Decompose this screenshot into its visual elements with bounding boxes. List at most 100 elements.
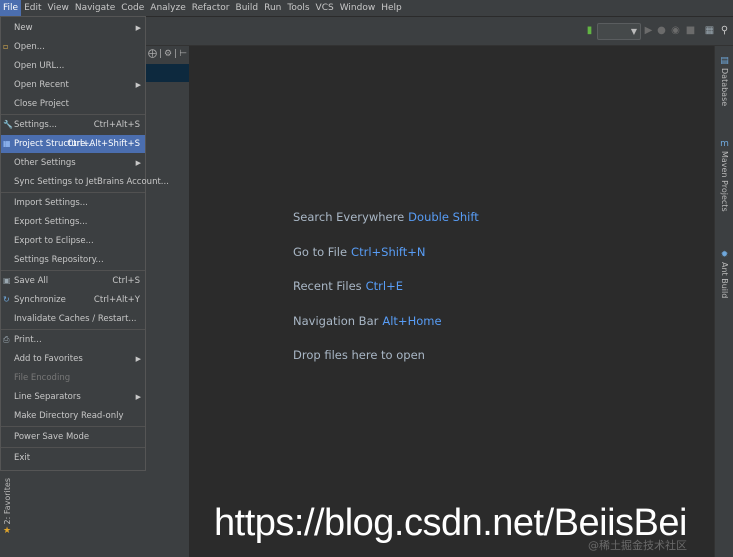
menu-item-sync-settings[interactable]: Sync Settings to JetBrains Account... bbox=[1, 173, 169, 191]
menu-item-power-save-mode[interactable]: Power Save Mode bbox=[1, 428, 145, 446]
menu-item-label: Import Settings... bbox=[14, 198, 88, 208]
menu-item-file-encoding: File Encoding bbox=[1, 369, 145, 387]
menu-window[interactable]: Window bbox=[337, 0, 379, 16]
project-tree-selection[interactable] bbox=[146, 64, 189, 82]
menu-item-label: Export to Eclipse... bbox=[14, 236, 94, 246]
menu-run[interactable]: Run bbox=[261, 0, 284, 16]
menu-item-label: Settings Repository... bbox=[14, 255, 104, 265]
menu-item-close-project[interactable]: Close Project bbox=[1, 95, 145, 113]
menu-bar: File Edit View Navigate Code Analyze Ref… bbox=[0, 0, 733, 17]
database-tab-label: Database bbox=[720, 68, 729, 107]
menu-item-open-url[interactable]: Open URL... bbox=[1, 57, 145, 75]
menu-item-save-all[interactable]: ▣ Save All Ctrl+S bbox=[1, 272, 145, 290]
wrench-icon: 🔧 bbox=[3, 120, 13, 129]
ant-build-tool-tab[interactable]: ✹ Ant Build bbox=[715, 250, 733, 298]
menu-item-shortcut: Ctrl+Alt+S bbox=[93, 120, 140, 130]
folder-icon: ▫ bbox=[3, 42, 9, 51]
search-icon[interactable]: ⚲ bbox=[719, 25, 730, 36]
menu-vcs[interactable]: VCS bbox=[313, 0, 337, 16]
build-hammer-icon[interactable]: ▮ bbox=[584, 25, 595, 36]
menu-item-synchronize[interactable]: ↻ Synchronize Ctrl+Alt+Y bbox=[1, 291, 145, 309]
submenu-arrow-icon: ▶ bbox=[135, 393, 141, 401]
menu-item-label: Power Save Mode bbox=[14, 432, 90, 442]
menu-item-label: Print... bbox=[14, 335, 42, 345]
project-structure-icon: ▦ bbox=[3, 139, 11, 148]
ant-icon: ✹ bbox=[720, 250, 729, 260]
menu-item-new[interactable]: New ▶ bbox=[1, 19, 145, 37]
menu-item-label: Close Project bbox=[14, 99, 69, 109]
stop-icon[interactable]: ■ bbox=[685, 25, 696, 36]
menu-analyze[interactable]: Analyze bbox=[147, 0, 188, 16]
menu-item-label: Sync Settings to JetBrains Account... bbox=[14, 177, 169, 187]
debug-icon[interactable]: ● bbox=[656, 25, 667, 36]
hint-search-everywhere: Search Everywhere Double Shift bbox=[293, 210, 479, 224]
menu-edit[interactable]: Edit bbox=[21, 0, 44, 16]
menu-item-other-settings[interactable]: Other Settings ▶ bbox=[1, 154, 145, 172]
menu-item-label: Line Separators bbox=[14, 392, 81, 402]
menu-item-label: Invalidate Caches / Restart... bbox=[14, 314, 137, 324]
menu-code[interactable]: Code bbox=[118, 0, 147, 16]
menu-item-import-settings[interactable]: Import Settings... bbox=[1, 194, 145, 212]
menu-item-add-to-favorites[interactable]: Add to Favorites ▶ bbox=[1, 350, 145, 368]
menu-item-label: File Encoding bbox=[14, 373, 71, 383]
menu-item-open-recent[interactable]: Open Recent ▶ bbox=[1, 76, 145, 94]
database-tool-tab[interactable]: ▤ Database bbox=[715, 56, 733, 106]
menu-navigate[interactable]: Navigate bbox=[72, 0, 118, 16]
coverage-icon[interactable]: ◉ bbox=[670, 25, 681, 36]
menu-separator bbox=[1, 447, 145, 448]
menu-file[interactable]: File bbox=[0, 0, 22, 16]
hint-go-to-file: Go to File Ctrl+Shift+N bbox=[293, 245, 426, 259]
favorites-tool-tab[interactable]: 2: Favorites ★ bbox=[0, 478, 14, 550]
menu-item-label: Open... bbox=[14, 42, 45, 52]
menu-separator bbox=[1, 270, 145, 271]
menu-item-export-eclipse[interactable]: Export to Eclipse... bbox=[1, 232, 145, 250]
menu-item-make-read-only[interactable]: Make Directory Read-only bbox=[1, 407, 145, 425]
hint-recent-files: Recent Files Ctrl+E bbox=[293, 279, 403, 293]
menu-item-line-separators[interactable]: Line Separators ▶ bbox=[1, 388, 145, 406]
menu-separator bbox=[1, 114, 145, 115]
hint-shortcut: Double Shift bbox=[408, 210, 479, 224]
project-structure-icon[interactable]: ▦ bbox=[704, 25, 715, 36]
run-configuration-dropdown[interactable]: ▼ bbox=[597, 23, 641, 40]
menu-item-print[interactable]: ⎙ Print... bbox=[1, 331, 145, 349]
submenu-arrow-icon: ▶ bbox=[135, 159, 141, 167]
right-tool-strip: ▤ Database m Maven Projects ✹ Ant Build bbox=[714, 46, 733, 557]
hint-label: Navigation Bar bbox=[293, 314, 379, 328]
star-icon: ★ bbox=[2, 526, 12, 537]
menu-item-settings[interactable]: 🔧 Settings... Ctrl+Alt+S bbox=[1, 116, 145, 134]
hint-shortcut: Alt+Home bbox=[382, 314, 442, 328]
hint-label: Go to File bbox=[293, 245, 348, 259]
menu-item-label: Open URL... bbox=[14, 61, 65, 71]
menu-item-label: Add to Favorites bbox=[14, 354, 83, 364]
menu-item-label: Synchronize bbox=[14, 295, 66, 305]
menu-help[interactable]: Help bbox=[378, 0, 405, 16]
menu-item-label: Export Settings... bbox=[14, 217, 88, 227]
save-icon: ▣ bbox=[3, 276, 11, 285]
menu-item-shortcut: Ctrl+S bbox=[112, 276, 140, 286]
hint-label: Drop files here to open bbox=[293, 348, 425, 362]
menu-item-open[interactable]: ▫ Open... bbox=[1, 38, 145, 56]
run-icon[interactable]: ▶ bbox=[643, 25, 654, 36]
submenu-arrow-icon: ▶ bbox=[135, 24, 141, 32]
hint-shortcut: Ctrl+Shift+N bbox=[351, 245, 426, 259]
menu-item-label: Exit bbox=[14, 453, 31, 463]
menu-item-label: Save All bbox=[14, 276, 49, 286]
hint-label: Recent Files bbox=[293, 279, 362, 293]
menu-item-invalidate-caches[interactable]: Invalidate Caches / Restart... bbox=[1, 310, 145, 328]
menu-item-settings-repository[interactable]: Settings Repository... bbox=[1, 251, 145, 269]
submenu-arrow-icon: ▶ bbox=[135, 81, 141, 89]
menu-tools[interactable]: Tools bbox=[284, 0, 312, 16]
panel-header-icons[interactable]: ⨁|⚙|⊢ bbox=[148, 49, 189, 59]
menu-view[interactable]: View bbox=[45, 0, 72, 16]
maven-tool-tab[interactable]: m Maven Projects bbox=[715, 139, 733, 212]
maven-icon: m bbox=[720, 139, 729, 149]
menu-build[interactable]: Build bbox=[233, 0, 262, 16]
menu-item-project-structure[interactable]: ▦ Project Structure... Ctrl+Alt+Shift+S bbox=[1, 135, 145, 153]
menu-refactor[interactable]: Refactor bbox=[189, 0, 233, 16]
menu-item-exit[interactable]: Exit bbox=[1, 449, 145, 467]
hint-navigation-bar: Navigation Bar Alt+Home bbox=[293, 314, 442, 328]
chevron-down-icon: ▼ bbox=[630, 27, 637, 36]
database-icon: ▤ bbox=[720, 56, 729, 66]
menu-item-label: Open Recent bbox=[14, 80, 69, 90]
menu-item-export-settings[interactable]: Export Settings... bbox=[1, 213, 145, 231]
